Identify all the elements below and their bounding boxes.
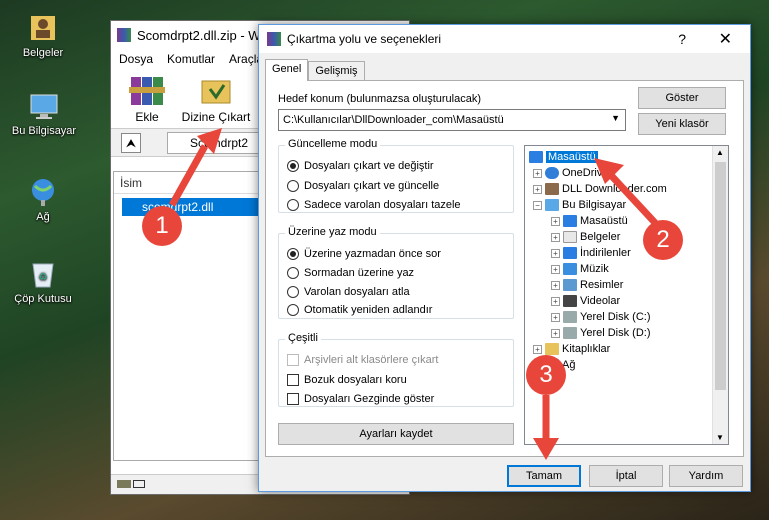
arrow-2: [594, 158, 661, 229]
arrow-1: [168, 128, 222, 207]
annotation-badge-1: 1: [142, 206, 182, 246]
annotation-arrows: [168, 128, 661, 460]
annotation-badge-2: 2: [643, 220, 683, 260]
annotation-badge-3: 3: [526, 355, 566, 395]
arrow-3: [533, 395, 559, 460]
tab-general[interactable]: Genel: [265, 59, 309, 81]
